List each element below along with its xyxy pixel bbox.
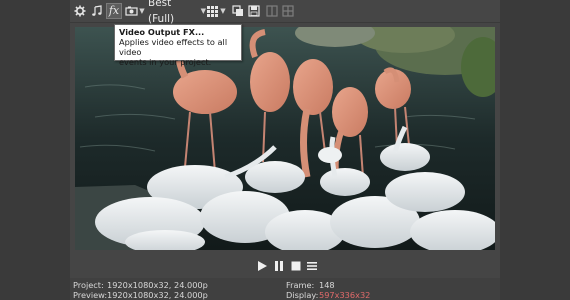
preview-quality-label: Best (Full) [148,0,175,25]
split-screen-icon[interactable] [264,3,280,19]
overlay-dropdown-arrow[interactable]: ▼ [219,3,227,19]
pause-button[interactable] [273,260,285,272]
display-label: Display: [286,289,319,300]
chevron-down-icon: ▼ [139,7,145,15]
copy-icon[interactable] [230,3,246,19]
video-output-fx-button[interactable]: fx [106,3,122,19]
pause-icon [275,261,283,271]
grid-icon[interactable] [204,3,220,19]
preview-label: Preview: [73,289,108,300]
fx-icon: fx [108,4,120,17]
save-icon[interactable] [246,3,262,19]
music-note-icon[interactable] [89,3,105,19]
tooltip-title: Video Output FX... [119,27,205,37]
play-icon [258,261,267,271]
transport-controls [70,256,500,276]
preview-value: 1920x1080x32, 24.000p [107,289,208,300]
overlay-icon[interactable] [280,3,296,19]
preview-quality-dropdown[interactable]: Best (Full) ▼ [148,0,206,25]
stop-button[interactable] [290,260,302,272]
gear-icon[interactable] [72,3,88,19]
right-background [500,0,570,300]
menu-icon [307,262,317,270]
display-value: 597x336x32 [319,289,371,300]
menu-button[interactable] [306,260,318,272]
stop-icon [291,261,301,271]
left-background [0,0,70,300]
video-preview-panel: fx ▼ Best (Full) ▼ ▼ Video Output FX... … [70,0,500,300]
play-button[interactable] [256,260,268,272]
snapshot-dropdown-arrow[interactable]: ▼ [138,3,146,19]
tooltip-description-line2: events in your project. [119,57,212,67]
camera-icon[interactable] [123,3,139,19]
chevron-down-icon: ▼ [220,7,226,15]
preview-status-info: Project: 1920x1080x32, 24.000p Preview: … [70,278,500,300]
video-output-fx-tooltip: Video Output FX... Applies video effects… [114,24,242,67]
tooltip-description-line1: Applies video effects to all video [119,37,228,57]
video-preview-window: fx ▼ Best (Full) ▼ ▼ Video Output FX... … [0,0,570,300]
preview-toolbar: fx ▼ Best (Full) ▼ ▼ [70,0,500,25]
